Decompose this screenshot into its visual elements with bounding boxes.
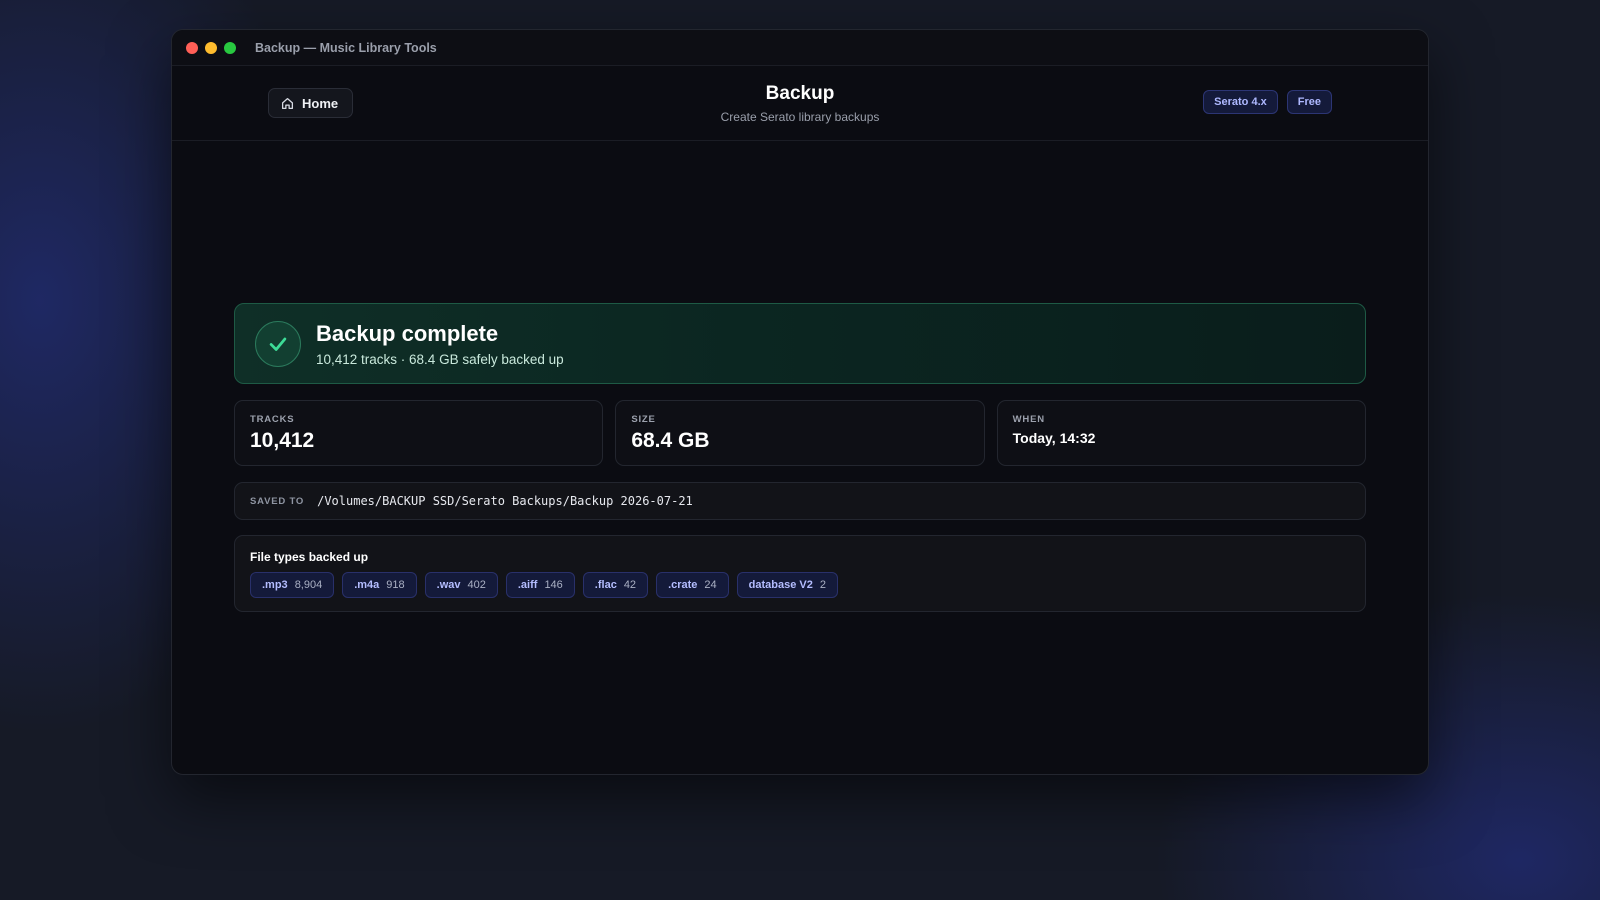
file-type-count: 2 xyxy=(819,579,826,591)
stat-when-value: Today, 14:32 xyxy=(1012,430,1096,446)
success-summary: 10,412 tracks · 68.4 GB safely backed up xyxy=(316,351,564,367)
file-type-ext: database V2 xyxy=(748,579,813,591)
file-type-count: 8,904 xyxy=(294,579,323,591)
file-types-card: File types backed up .mp3 8,904 .m4a 918… xyxy=(234,535,1366,612)
success-banner: Backup complete 10,412 tracks · 68.4 GB … xyxy=(234,303,1366,384)
stat-size-label: SIZE xyxy=(631,414,656,425)
page-header: Home Backup Create Serato library backup… xyxy=(172,66,1428,141)
file-type-chip-mp3: .mp3 8,904 xyxy=(250,572,335,598)
file-type-ext: .aiff xyxy=(517,579,538,591)
file-type-chip-database-v2: database V2 2 xyxy=(736,572,838,598)
stat-tracks-value: 10,412 xyxy=(250,429,315,452)
saved-to-row: SAVED TO /Volumes/BACKUP SSD/Serato Back… xyxy=(234,482,1366,520)
version-badge: Serato 4.x xyxy=(1203,90,1278,114)
stats-row: TRACKS 10,412 SIZE 68.4 GB WHEN Today, 1… xyxy=(234,400,1366,466)
success-text: Backup complete 10,412 tracks · 68.4 GB … xyxy=(316,321,564,367)
file-type-chip-wav: .wav 402 xyxy=(424,572,498,598)
file-type-count: 918 xyxy=(386,579,405,591)
stat-tracks: TRACKS 10,412 xyxy=(234,400,604,466)
check-icon xyxy=(255,320,301,367)
saved-to-path: /Volumes/BACKUP SSD/Serato Backups/Backu… xyxy=(317,494,693,508)
file-type-chip-crate: .crate 24 xyxy=(656,572,729,598)
plan-badge: Free xyxy=(1286,90,1332,114)
zoom-window-button[interactable] xyxy=(224,41,236,54)
file-type-ext: .wav xyxy=(436,579,461,591)
file-type-count: 42 xyxy=(623,579,637,591)
file-type-ext: .mp3 xyxy=(262,579,288,591)
file-type-chips: .mp3 8,904 .m4a 918 .wav 402 .aiff 146 .… xyxy=(250,572,1350,598)
app-window: Backup — Music Library Tools Home Backup… xyxy=(171,29,1429,775)
file-type-ext: .m4a xyxy=(354,579,380,591)
file-type-ext: .crate xyxy=(668,579,698,591)
file-type-count: 402 xyxy=(467,579,486,591)
saved-to-label: SAVED TO xyxy=(250,495,305,507)
stat-when-label: WHEN xyxy=(1012,414,1045,425)
file-type-count: 146 xyxy=(544,579,563,591)
title-bar: Backup — Music Library Tools xyxy=(172,30,1428,66)
stat-tracks-label: TRACKS xyxy=(250,414,295,425)
backup-result-panel: Backup complete 10,412 tracks · 68.4 GB … xyxy=(234,303,1366,612)
file-type-chip-flac: .flac 42 xyxy=(582,572,649,598)
success-title: Backup complete xyxy=(316,320,499,346)
file-types-title: File types backed up xyxy=(250,550,369,564)
file-type-ext: .flac xyxy=(594,579,617,591)
stat-size-value: 68.4 GB xyxy=(631,429,710,452)
header-badges: Serato 4.x Free xyxy=(1203,90,1332,114)
minimize-window-button[interactable] xyxy=(205,41,217,54)
close-window-button[interactable] xyxy=(186,41,198,54)
window-title: Backup — Music Library Tools xyxy=(255,40,437,55)
stat-when: WHEN Today, 14:32 xyxy=(996,400,1366,466)
file-type-count: 24 xyxy=(704,579,717,591)
stat-size: SIZE 68.4 GB xyxy=(615,400,985,466)
file-type-chip-m4a: .m4a 918 xyxy=(342,572,417,598)
file-type-chip-aiff: .aiff 146 xyxy=(505,572,575,598)
